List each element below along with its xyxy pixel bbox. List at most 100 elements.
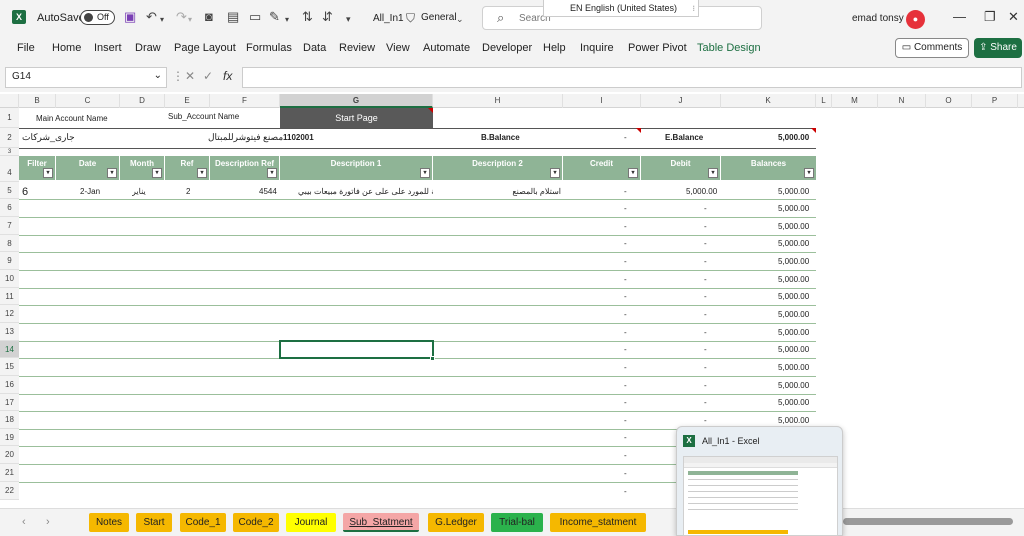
cell-credit[interactable]: -: [624, 328, 627, 337]
cell-debit[interactable]: -: [704, 222, 707, 231]
sort-descending-icon[interactable]: ⇵: [322, 10, 333, 24]
column-header-e[interactable]: E: [165, 94, 210, 108]
row-header[interactable]: 13: [0, 323, 19, 341]
cancel-icon[interactable]: ✕: [185, 69, 195, 83]
row-header[interactable]: 12: [0, 305, 19, 323]
row-header[interactable]: 4: [0, 156, 19, 182]
cell-description-1[interactable]: دفعة للمورد على على عن فاتورة مبيعات بيب…: [298, 187, 433, 196]
column-header-j[interactable]: J: [641, 94, 721, 108]
cell-balance[interactable]: 5,000.00: [778, 363, 809, 372]
cell-debit[interactable]: -: [704, 345, 707, 354]
restore-icon[interactable]: ❐: [984, 9, 996, 25]
cell-debit[interactable]: 5,000.00: [686, 187, 717, 196]
column-header-l[interactable]: L: [816, 94, 832, 108]
user-name[interactable]: emad tonsy: [852, 13, 904, 24]
chevron-left-icon[interactable]: ‹: [22, 516, 26, 528]
select-all-corner[interactable]: [0, 94, 19, 108]
main-account-value[interactable]: جارى_شركات: [22, 132, 75, 143]
cell-balance[interactable]: 5,000.00: [778, 222, 809, 231]
row-header[interactable]: 9: [0, 252, 19, 270]
cell-credit[interactable]: -: [624, 204, 627, 213]
column-header-p[interactable]: P: [972, 94, 1018, 108]
autosave-toggle[interactable]: Off: [80, 10, 115, 25]
chevron-right-icon[interactable]: ›: [46, 516, 50, 528]
filter-dropdown-icon[interactable]: ▾: [197, 168, 207, 178]
column-header-h[interactable]: H: [433, 94, 563, 108]
cell-balance[interactable]: 5,000.00: [778, 381, 809, 390]
account-code[interactable]: 1102001: [283, 133, 314, 142]
filter-dropdown-icon[interactable]: ▾: [804, 168, 814, 178]
fill-handle[interactable]: [430, 356, 435, 361]
tab-formulas[interactable]: Formulas: [246, 42, 292, 54]
cell-filter[interactable]: 6: [22, 186, 28, 198]
minimize-icon[interactable]: —: [953, 9, 966, 24]
sub-account-value[interactable]: مصنع فيتوشرللمبتال: [208, 132, 283, 143]
b-balance-value[interactable]: -: [624, 133, 627, 142]
column-header-g[interactable]: G: [280, 94, 433, 108]
row-header[interactable]: 10: [0, 270, 19, 288]
row-header[interactable]: 1: [0, 108, 19, 128]
cell-balance[interactable]: 5,000.00: [778, 257, 809, 266]
worksheet-grid[interactable]: B C D E F G H I J K L M N O P 1 2 3 4 5 …: [0, 94, 1024, 508]
cell-credit[interactable]: -: [624, 239, 627, 248]
number-format-select[interactable]: General: [421, 12, 457, 23]
undo-dropdown-icon[interactable]: ▾: [160, 13, 164, 27]
row-header[interactable]: 22: [0, 482, 19, 500]
cell-balance[interactable]: 5,000.00: [778, 328, 809, 337]
filter-dropdown-icon[interactable]: ▾: [420, 168, 430, 178]
tab-table-design[interactable]: Table Design: [697, 42, 761, 54]
picture-icon[interactable]: ▤: [227, 10, 239, 24]
column-header-k[interactable]: K: [721, 94, 816, 108]
cell-debit[interactable]: -: [704, 257, 707, 266]
cell-debit[interactable]: -: [704, 275, 707, 284]
column-header-d[interactable]: D: [120, 94, 165, 108]
row-header[interactable]: 8: [0, 235, 19, 252]
cell-debit[interactable]: -: [704, 310, 707, 319]
row-header[interactable]: 6: [0, 199, 19, 217]
row-header[interactable]: 2: [0, 128, 19, 148]
cell-ref[interactable]: 2: [186, 187, 190, 196]
column-header-b[interactable]: B: [19, 94, 56, 108]
camera-icon[interactable]: ◙: [205, 10, 213, 24]
cell-credit[interactable]: -: [624, 398, 627, 407]
sheet-tab-sub-statment[interactable]: Sub_Statment: [343, 513, 419, 532]
cell-debit[interactable]: -: [704, 416, 707, 425]
tab-file[interactable]: File: [17, 42, 35, 54]
sheet-tab-income-statment[interactable]: Income_statment: [550, 513, 646, 532]
tab-view[interactable]: View: [386, 42, 410, 54]
row-header[interactable]: 7: [0, 217, 19, 235]
tab-home[interactable]: Home: [52, 42, 81, 54]
row-header[interactable]: 18: [0, 411, 19, 429]
row-header[interactable]: 5: [0, 182, 19, 199]
cell-credit[interactable]: -: [624, 275, 627, 284]
filter-dropdown-icon[interactable]: ▾: [550, 168, 560, 178]
filter-dropdown-icon[interactable]: ▾: [628, 168, 638, 178]
formula-input[interactable]: [242, 67, 1022, 88]
cell-description-ref[interactable]: 4544: [259, 187, 277, 196]
tab-help[interactable]: Help: [543, 42, 566, 54]
column-header-n[interactable]: N: [878, 94, 926, 108]
tab-review[interactable]: Review: [339, 42, 375, 54]
filter-dropdown-icon[interactable]: ▾: [107, 168, 117, 178]
column-header-f[interactable]: F: [210, 94, 280, 108]
cell-credit[interactable]: -: [624, 257, 627, 266]
name-box[interactable]: G14 ⌄: [5, 67, 167, 88]
sheet-tab-g-ledger[interactable]: G.Ledger: [428, 513, 484, 532]
row-header-selected[interactable]: 14: [0, 341, 19, 358]
redo-icon[interactable]: ↷: [176, 10, 187, 24]
row-header[interactable]: 20: [0, 446, 19, 464]
cell-credit[interactable]: -: [624, 469, 627, 478]
sheet-tab-code-2[interactable]: Code_2: [233, 513, 279, 532]
cell-credit[interactable]: -: [624, 222, 627, 231]
customize-toolbar-icon[interactable]: ▾: [346, 12, 351, 26]
cell-date[interactable]: 2-Jan: [80, 187, 100, 196]
horizontal-scrollbar[interactable]: [843, 518, 1013, 525]
tab-developer[interactable]: Developer: [482, 42, 532, 54]
row-header[interactable]: 11: [0, 288, 19, 305]
filter-dropdown-icon[interactable]: ▾: [267, 168, 277, 178]
column-header-o[interactable]: O: [926, 94, 972, 108]
cell-month[interactable]: يناير: [132, 187, 146, 196]
cell-balance[interactable]: 5,000.00: [778, 275, 809, 284]
cell-debit[interactable]: -: [704, 363, 707, 372]
sheet-tab-journal[interactable]: Journal: [286, 513, 336, 532]
